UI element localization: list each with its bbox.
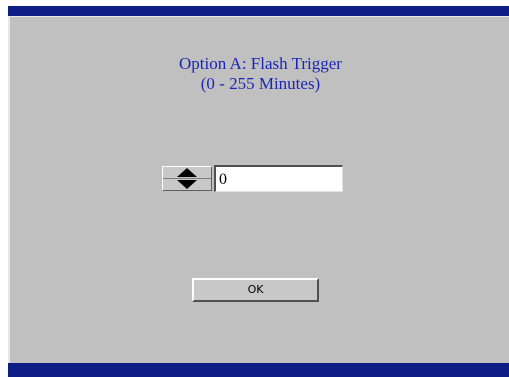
decrement-button[interactable] [163, 179, 211, 190]
bottom-bar [8, 363, 509, 377]
dialog-panel: Option A: Flash Trigger (0 - 255 Minutes… [8, 16, 509, 363]
dialog-subtitle-range: (0 - 255 Minutes) [200, 74, 321, 93]
dialog-window: Option A: Flash Trigger (0 - 255 Minutes… [0, 0, 509, 377]
minutes-input[interactable] [214, 165, 343, 192]
triangle-up-icon [177, 168, 197, 177]
triangle-down-icon [177, 180, 197, 189]
title-bar[interactable] [8, 6, 509, 16]
value-spinner [162, 166, 212, 191]
ok-button[interactable]: OK [192, 278, 319, 302]
increment-button[interactable] [163, 167, 211, 178]
dialog-title: Option A: Flash Trigger [179, 54, 342, 73]
